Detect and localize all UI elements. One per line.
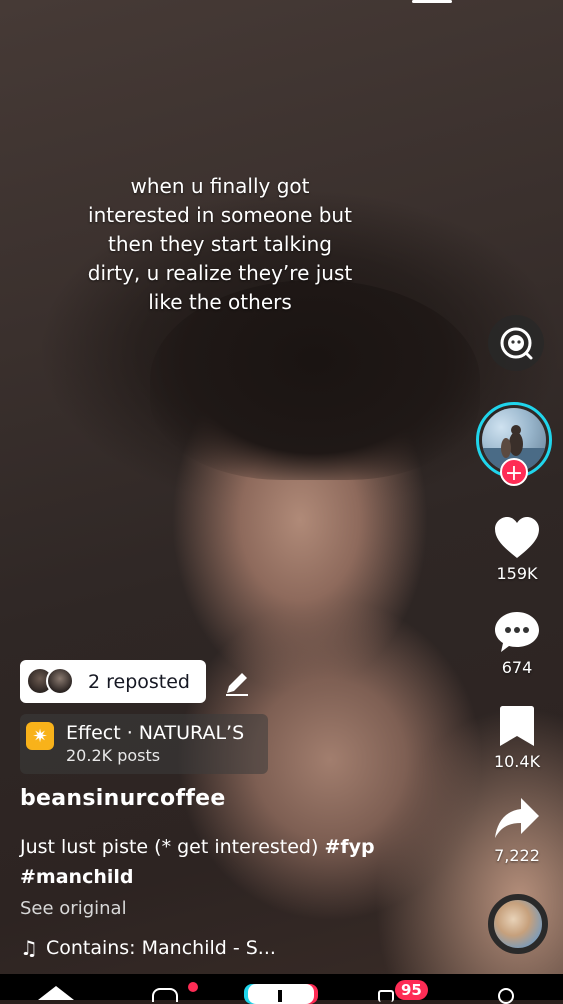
heart-icon	[495, 517, 539, 558]
effect-title: Effect · NATURAL’S	[66, 722, 245, 744]
music-title: Contains: Manchild - S...	[45, 937, 276, 959]
username[interactable]: beansinurcoffee	[20, 786, 226, 811]
search-lens-icon	[500, 327, 533, 360]
music-disc[interactable]	[488, 894, 548, 954]
share-count: 7,222	[494, 846, 540, 865]
see-original-link[interactable]: See original	[20, 898, 127, 919]
like-button[interactable]: 159K	[489, 516, 545, 583]
video-overlay-text: when u finally got interested in someone…	[87, 174, 353, 314]
save-count: 10.4K	[493, 752, 541, 771]
comment-icon	[495, 612, 539, 652]
pencil-icon[interactable]	[222, 668, 252, 698]
avatar	[46, 666, 74, 695]
inbox-icon[interactable]	[378, 990, 394, 1002]
creator-avatar[interactable]: +	[476, 402, 556, 486]
plus-icon: +	[504, 461, 524, 486]
home-icon[interactable]	[38, 986, 74, 1000]
bookmark-icon	[500, 706, 534, 746]
effect-pill[interactable]: ✷ Effect · NATURAL’S 20.2K posts	[20, 714, 268, 774]
follow-button[interactable]: +	[500, 458, 528, 486]
hashtag-fyp[interactable]: #fyp	[324, 836, 374, 858]
create-plus	[278, 990, 282, 1002]
hashtag-manchild[interactable]: #manchild	[20, 866, 133, 888]
share-icon	[495, 798, 539, 838]
page-indicator	[412, 0, 452, 3]
caption-text: Just lust piste (* get interested)	[20, 836, 325, 858]
save-button[interactable]: 10.4K	[489, 704, 545, 771]
music-info[interactable]: ♫ Contains: Manchild - S...	[20, 936, 276, 960]
comment-button[interactable]: 674	[489, 610, 545, 677]
effect-sparkle-icon: ✷	[26, 722, 54, 750]
repost-pill[interactable]: 2 reposted	[20, 660, 206, 703]
caption: Just lust piste (* get interested) #fyp …	[20, 832, 440, 892]
share-button[interactable]: 7,222	[489, 796, 545, 865]
comment-count: 674	[501, 658, 533, 677]
music-note-icon: ♫	[20, 936, 38, 960]
inbox-badge: 95	[395, 980, 428, 1000]
repost-avatars	[26, 666, 86, 697]
profile-icon[interactable]	[498, 988, 514, 1004]
shop-notification-dot	[188, 982, 198, 992]
search-lens-button[interactable]	[488, 315, 544, 371]
repost-label: 2 reposted	[88, 670, 190, 693]
effect-posts: 20.2K posts	[66, 746, 161, 765]
like-count: 159K	[496, 564, 538, 583]
